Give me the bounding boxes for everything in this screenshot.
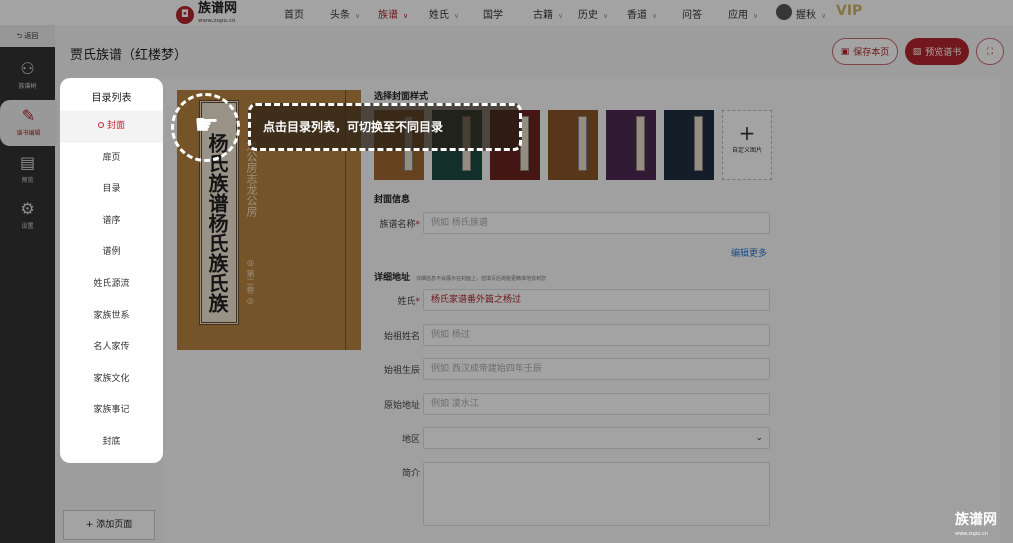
active-dot-icon [97, 122, 104, 128]
directory-list: 目录列表 封面 扉页 目录 谱序 谱例 姓氏源流 家族世系 名人家传 家族文化 … [60, 78, 163, 463]
menu-item[interactable]: 名人家传 [60, 332, 163, 364]
menu-item[interactable]: 谱例 [60, 237, 163, 269]
menu-item[interactable]: 封底 [60, 427, 163, 459]
menu-item[interactable]: 谱序 [60, 206, 163, 238]
pointing-hand-icon: ☛ [194, 108, 220, 141]
menu-item[interactable]: 扉页 [60, 143, 163, 175]
menu-item[interactable]: 目录 [60, 174, 163, 206]
menu-item[interactable]: 姓氏源流 [60, 269, 163, 301]
menu-item[interactable]: 家族世系 [60, 301, 163, 333]
directory-title: 目录列表 [91, 93, 132, 104]
menu-item[interactable]: 家族文化 [60, 364, 163, 396]
guide-tooltip: 点击目录列表，可切换至不同目录 [248, 103, 522, 151]
menu-item[interactable]: 家族事记 [60, 395, 163, 427]
watermark: 族谱网 www.zupu.cn [955, 512, 997, 537]
menu-item-cover[interactable]: 封面 [60, 111, 163, 143]
